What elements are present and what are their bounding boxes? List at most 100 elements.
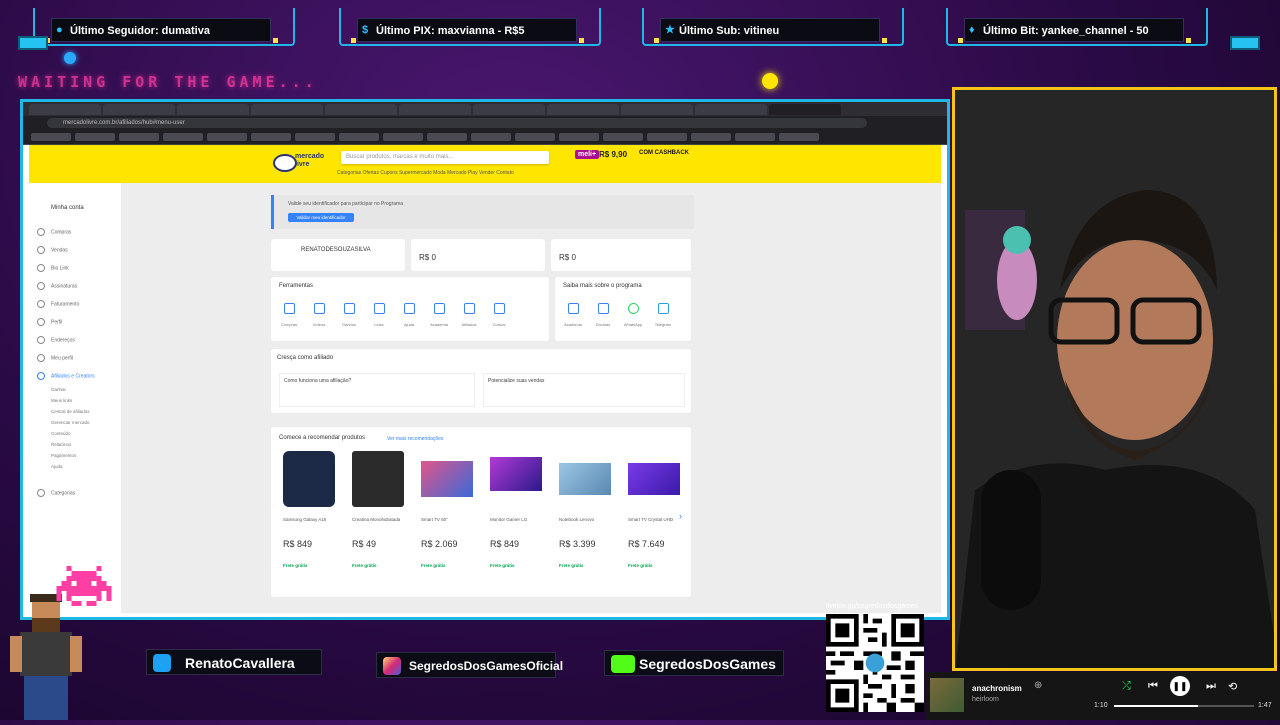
whatsapp-icon[interactable]: WhatsApp [621,301,645,327]
product-card[interactable]: Notebook Lenovo R$ 3.399 Frete grátis [555,451,615,591]
artist-name: anachronism [972,684,1022,693]
sidebar-subitem[interactable]: Gerenciar mercado [51,420,90,426]
qr-code[interactable] [826,614,924,712]
validate-button[interactable]: Validar meu identificador [288,213,354,222]
glow-dot-yellow [762,73,778,89]
tools-title: Ferramentas [279,283,314,289]
tool-item[interactable]: Cursos [487,301,511,327]
twitter-icon [153,654,171,672]
tool-item[interactable]: Ajuda [397,301,421,327]
alert-bit: ♦ Último Bit: yankee_channel - 50 [946,8,1208,46]
learn-card: Saiba mais sobre o programa Academia Dúv… [555,277,691,341]
alert-label: Último Sub: vitineu [679,25,780,37]
sidebar-subitem[interactable]: Ganhar [51,387,66,393]
sidebar-item[interactable]: Categorias [37,489,117,497]
sidebar-item[interactable]: Perfil [37,318,117,326]
sidebar-subitem[interactable]: Pagamentos [51,453,76,459]
alert-label: Último Seguidor: dumativa [70,25,210,37]
chevron-right-icon[interactable]: › [679,511,682,521]
product-image [559,463,611,495]
stat-card-2: R$ 0 [551,239,691,271]
sidebar-item[interactable]: Meu perfil [37,354,117,362]
tool-item[interactable]: Afiliados [457,301,481,327]
pixel-character [6,592,86,720]
info-banner: Valide seu identificador para participar… [271,195,694,229]
streamer-silhouette [955,90,1274,668]
product-card[interactable]: Monitor Gamer LG R$ 849 Frete grátis [486,451,546,591]
corner-pill-right [1230,36,1260,50]
learn-title: Saiba mais sobre o programa [563,283,642,289]
grow-card-item[interactable]: Como funciona uma afiliação? [279,373,475,407]
tool-item[interactable]: Vídeos [307,301,331,327]
alert-pix: $ Último PIX: maxvianna - R$5 [339,8,601,46]
alert-label: Último Bit: yankee_channel - 50 [983,25,1149,37]
waiting-text: WAITING FOR THE GAME... [18,73,318,91]
products-link[interactable]: Ver mais recomendações [387,436,443,442]
account-name: RENATODESOUZASILVA [301,247,371,253]
stat-card-1: R$ 0 [411,239,545,271]
previous-icon[interactable]: ⏮ [1148,680,1158,693]
social-instagram[interactable]: SegredosDosGamesOficial [376,652,563,678]
elapsed-time: 1:10 [1094,702,1108,709]
sidebar-item-active[interactable]: Afiliados e Creators [37,372,117,380]
next-icon[interactable]: ⏭ [1206,680,1216,693]
product-card[interactable]: Samsung Galaxy A15 R$ 849 Frete grátis [279,451,339,591]
product-image [352,451,404,507]
ml-nav[interactable]: Categorias Ofertas Cupons Supermercado M… [337,170,514,176]
product-image [283,451,335,507]
alert-follower: ● Último Seguidor: dumativa [33,8,295,46]
product-image [628,463,680,495]
telegram-icon[interactable]: Telegram [651,301,675,327]
person-icon: ● [56,24,63,36]
tool-item[interactable]: Compras [277,301,301,327]
sidebar-subitem[interactable]: Relatórios [51,442,71,448]
shuffle-icon[interactable]: ⤮ [1122,680,1131,693]
account-sidebar: Minha conta Compras Vendas Bio Link Assi… [29,183,121,613]
sidebar-item[interactable]: Vendas [37,246,117,254]
tools-card: Ferramentas Compras Vídeos Ganhos Links … [271,277,549,341]
sidebar-item[interactable]: Assinaturas [37,282,117,290]
grow-title: Cresça como afiliado [277,355,334,361]
browser-tab-bar [23,102,947,116]
handshake-icon [273,154,297,172]
album-cover [930,678,964,712]
ml-body: Minha conta Compras Vendas Bio Link Assi… [29,183,941,613]
progress-bar[interactable] [1114,705,1254,707]
sidebar-title: Minha conta [51,205,84,211]
kick-icon [611,655,635,673]
sidebar-subitem[interactable]: Ajuda [51,464,63,470]
product-image [490,457,542,491]
pause-icon[interactable]: ❚❚ [1170,676,1190,696]
ml-promo-banner[interactable]: meli+ R$ 9,90 COM CASHBACK [575,149,695,163]
learn-item[interactable]: Academia [561,301,585,327]
product-card[interactable]: Smart TV Crystal UHD R$ 7.649 Frete grát… [624,451,684,591]
sidebar-item[interactable]: Bio Link [37,264,117,272]
learn-item[interactable]: Dúvidas [591,301,615,327]
repeat-icon[interactable]: ⟲ [1228,680,1237,693]
stat-value: R$ 0 [419,253,436,262]
tool-item[interactable]: Academia [427,301,451,327]
add-icon[interactable]: ⊕ [1034,680,1042,691]
ml-search-input[interactable]: Buscar produtos, marcas e muito mais... [341,151,549,164]
grow-card-item[interactable]: Potencialize suas vendas [483,373,685,407]
sidebar-subitem[interactable]: Meus links [51,398,72,404]
address-bar[interactable]: mercadolivre.com.br/afiliados/hub#menu-u… [23,116,947,130]
social-kick[interactable]: SegredosDosGames [604,650,784,676]
social-twitter[interactable]: RenatoCavallera [146,649,322,675]
sidebar-item[interactable]: Faturamento [37,300,117,308]
tool-item[interactable]: Ganhos [337,301,361,327]
product-card[interactable]: Smart TV 50" R$ 2.069 Frete grátis [417,451,477,591]
sidebar-subitem[interactable]: Central de afiliados [51,409,90,415]
sidebar-subitem[interactable]: Conteúdo [51,431,71,437]
alert-sub: ★ Último Sub: vitineu [642,8,904,46]
star-icon: ★ [665,24,675,36]
tool-item[interactable]: Links [367,301,391,327]
sidebar-item[interactable]: Compras [37,228,117,236]
sidebar-item[interactable]: Endereços [37,336,117,344]
url-input[interactable]: mercadolivre.com.br/afiliados/hub#menu-u… [47,118,867,128]
dollar-icon: $ [362,24,369,36]
product-card[interactable]: Creatina Monohidratada R$ 49 Frete gráti… [348,451,408,591]
ml-logo[interactable]: mercado livre [273,152,331,174]
browser-capture: mercadolivre.com.br/afiliados/hub#menu-u… [20,99,950,620]
diamond-icon: ♦ [969,24,975,36]
